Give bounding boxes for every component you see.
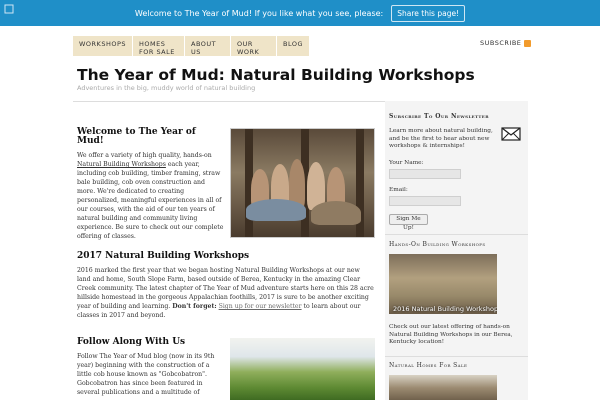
newsletter-link[interactable]: Sign up for our newsletter (219, 303, 302, 310)
hellobar-logo-icon (4, 4, 14, 14)
subscribe-link[interactable]: SUBSCRIBE (480, 39, 532, 47)
landscape-photo (230, 338, 375, 400)
welcome-section: Welcome to The Year of Mud! We offer a v… (77, 128, 225, 241)
site-tagline: Adventures in the big, muddy world of na… (77, 84, 256, 92)
workshops-widget-title: Hands-On Building Workshops (389, 241, 486, 248)
newsletter-text: Learn more about natural building, and b… (389, 128, 493, 149)
follow-paragraph: Follow The Year of Mud blog (now in its … (77, 353, 215, 396)
envelope-icon (501, 127, 521, 141)
name-field[interactable] (389, 169, 461, 179)
nav-item-our-work[interactable]: Our Work (231, 36, 277, 56)
name-label: Your Name: (389, 160, 424, 166)
sidebar-divider (385, 356, 528, 357)
homes-widget-title: Natural Homes For Sale (389, 362, 468, 369)
nav-item-workshops[interactable]: Workshops (73, 36, 133, 56)
sidebar: Subscribe To Our Newsletter Learn more a… (385, 101, 528, 400)
group-photo (230, 128, 375, 238)
welcome-body: each year, including cob building, timbe… (77, 161, 224, 240)
sign-up-button[interactable]: Sign Me Up! (389, 214, 428, 231)
workshops-widget-text: Check out our latest offering of hands-o… (389, 324, 513, 345)
welcome-intro: We offer a variety of high quality, hand… (77, 152, 212, 159)
rss-icon (524, 39, 532, 47)
welcome-paragraph: We offer a variety of high quality, hand… (77, 151, 225, 241)
hello-bar: Welcome to The Year of Mud! If you like … (0, 0, 600, 26)
workshops-link[interactable]: Natural Building Workshops (77, 161, 166, 168)
homes-widget-photo[interactable] (389, 375, 497, 400)
newsletter-title: Subscribe To Our Newsletter (389, 113, 489, 120)
sidebar-divider (385, 234, 528, 235)
email-field[interactable] (389, 196, 461, 206)
main-nav: Workshops Homes for Sale About Us Our Wo… (73, 36, 311, 56)
share-page-button[interactable]: Share this page! (391, 4, 466, 22)
nav-item-homes-for-sale[interactable]: Homes for Sale (133, 36, 185, 56)
workshops-paragraph: 2016 marked the first year that we began… (77, 266, 375, 320)
follow-heading: Follow Along With Us (77, 337, 186, 347)
welcome-heading: Welcome to The Year of Mud! (77, 127, 196, 146)
nav-item-blog[interactable]: Blog (277, 36, 311, 56)
workshops-photo-caption: 2016 Natural Building Workshops (393, 305, 497, 313)
site-title[interactable]: The Year of Mud: Natural Building Worksh… (77, 66, 475, 84)
email-label: Email: (389, 187, 408, 193)
nav-item-about-us[interactable]: About Us (185, 36, 231, 56)
workshops-section: 2017 Natural Building Workshops 2016 mar… (77, 252, 375, 320)
workshops-widget-photo[interactable]: 2016 Natural Building Workshops (389, 254, 497, 314)
subscribe-label: SUBSCRIBE (480, 39, 522, 47)
dont-forget-label: Don't forget: (172, 303, 217, 310)
hellobar-message: Welcome to The Year of Mud! If you like … (134, 8, 384, 18)
workshops-heading: 2017 Natural Building Workshops (77, 251, 250, 261)
follow-section: Follow Along With Us Follow The Year of … (77, 338, 225, 397)
